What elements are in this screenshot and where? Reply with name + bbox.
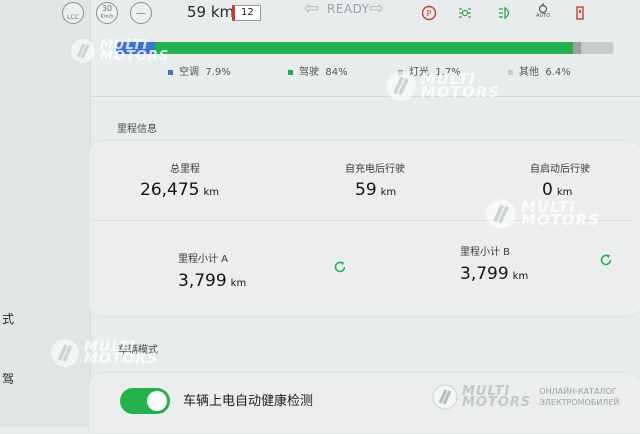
watermark-emblem-icon (71, 39, 95, 63)
stat-label: 自充电后行驶 (345, 164, 405, 175)
lcc-label: LCC (67, 13, 79, 21)
stat-value: 59 km (335, 180, 415, 200)
side-lights-icon (456, 4, 474, 22)
minus-icon[interactable]: — (130, 2, 152, 24)
stat-unit: km (380, 187, 397, 198)
legend-value: 6.4% (545, 67, 571, 78)
energy-distribution-bar (116, 42, 614, 54)
svg-text:P: P (427, 9, 432, 18)
legend-driving: 驾驶 84% (288, 63, 348, 78)
lcc-icon[interactable]: LCC (62, 2, 84, 24)
watermark-line2: MOTORS (521, 211, 601, 229)
section-divider (90, 96, 640, 97)
reset-trip-a-icon[interactable] (333, 259, 347, 273)
parking-brake-icon: P (420, 4, 438, 22)
stat-value: 3,799 km (178, 271, 268, 291)
auto-label: AUTO (535, 13, 551, 19)
energy-segment-2 (573, 42, 581, 54)
sidebar-item-mode[interactable]: 式 (2, 310, 14, 327)
speed-limit-badge: 12 (232, 5, 261, 21)
since-charge-mileage: 自充电后行驶 59 km (335, 160, 415, 200)
range-readout: 59 km (187, 3, 235, 21)
gear-status: READY (327, 2, 370, 16)
since-start-mileage: 自启动后行驶 0 km (520, 160, 600, 200)
left-arrow-icon: ⇦ (304, 0, 320, 19)
auto-mode-icon: AUTO (534, 2, 552, 20)
stat-value: 0 km (520, 180, 600, 200)
watermark-emblem-icon (486, 199, 516, 229)
speed-limit-icon[interactable]: 30 Km/h (96, 2, 118, 24)
stat-number: 59 (355, 180, 377, 200)
stat-unit: km (556, 187, 573, 198)
watermark-line2: MOTORS (421, 83, 501, 101)
legend-value: 7.9% (205, 67, 231, 78)
watermark-logo: MULTI MOTORS (70, 38, 169, 64)
watermark-emblem-icon (386, 71, 416, 101)
energy-segment-3 (581, 42, 613, 54)
brand-line2: MOTORS (462, 395, 532, 410)
health-check-toggle[interactable] (120, 388, 170, 414)
watermark-line2: MOTORS (84, 351, 159, 367)
legend-value: 84% (325, 67, 348, 78)
minus-label: — (136, 7, 146, 19)
stat-label: 里程小计 B (460, 247, 511, 258)
stat-number: 0 (542, 180, 553, 200)
toggle-knob (147, 391, 167, 411)
reset-trip-b-icon[interactable] (599, 252, 613, 266)
speed-limit-unit: Km/h (100, 14, 114, 20)
watermark-line2: MOTORS (100, 49, 170, 64)
sidebar-item-drive[interactable]: 驾 (2, 370, 14, 387)
legend-label: 空调 (179, 67, 199, 78)
stat-value: 26,475 km (140, 180, 230, 200)
brand-footer: MULTI MOTORS ОНЛАЙН-КАТАЛОГ ЭЛЕКТРОМОБИЛЕ… (432, 384, 619, 410)
stat-label: 里程小计 A (178, 254, 229, 265)
stat-label: 自启动后行驶 (530, 164, 590, 175)
stat-unit: km (512, 271, 529, 282)
catalog-line1: ОНЛАЙН-КАТАЛОГ (539, 387, 617, 396)
stat-unit: km (203, 187, 220, 198)
catalog-line2: ЭЛЕКТРОМОБИЛЕЙ (539, 398, 620, 407)
legend-ac: 空调 7.9% (168, 63, 231, 78)
mileage-section-title: 里程信息 (117, 124, 157, 135)
watermark-logo: MULTI MOTORS (385, 70, 500, 102)
legend-swatch (508, 69, 513, 75)
brand-emblem-icon (432, 384, 458, 410)
stat-number: 3,799 (460, 264, 509, 284)
watermark-logo: MULTI MOTORS (50, 338, 158, 368)
speed-limit-value: 30 (101, 4, 113, 13)
stat-number: 26,475 (140, 180, 200, 200)
stat-label: 总里程 (170, 164, 200, 175)
health-check-label: 车辆上电自动健康检测 (183, 394, 314, 409)
energy-segment-1 (155, 42, 573, 54)
door-open-icon (571, 4, 589, 22)
stat-unit: km (230, 278, 247, 289)
legend-swatch (168, 69, 173, 75)
trip-a: 里程小计 A 3,799 km (178, 250, 268, 291)
legend-label: 驾驶 (299, 67, 319, 78)
legend-label: 其他 (519, 67, 539, 78)
trip-b: 里程小计 B 3,799 km (460, 243, 550, 284)
stat-value: 3,799 km (460, 264, 550, 284)
watermark-logo: MULTI MOTORS (485, 198, 600, 230)
auto-headlight-icon (497, 4, 515, 22)
right-arrow-icon: ⇨ (369, 0, 385, 19)
stat-number: 3,799 (178, 271, 227, 291)
total-mileage: 总里程 26,475 km (140, 160, 230, 200)
watermark-emblem-icon (51, 339, 79, 367)
legend-other: 其他 6.4% (508, 63, 571, 78)
legend-swatch (288, 69, 293, 75)
